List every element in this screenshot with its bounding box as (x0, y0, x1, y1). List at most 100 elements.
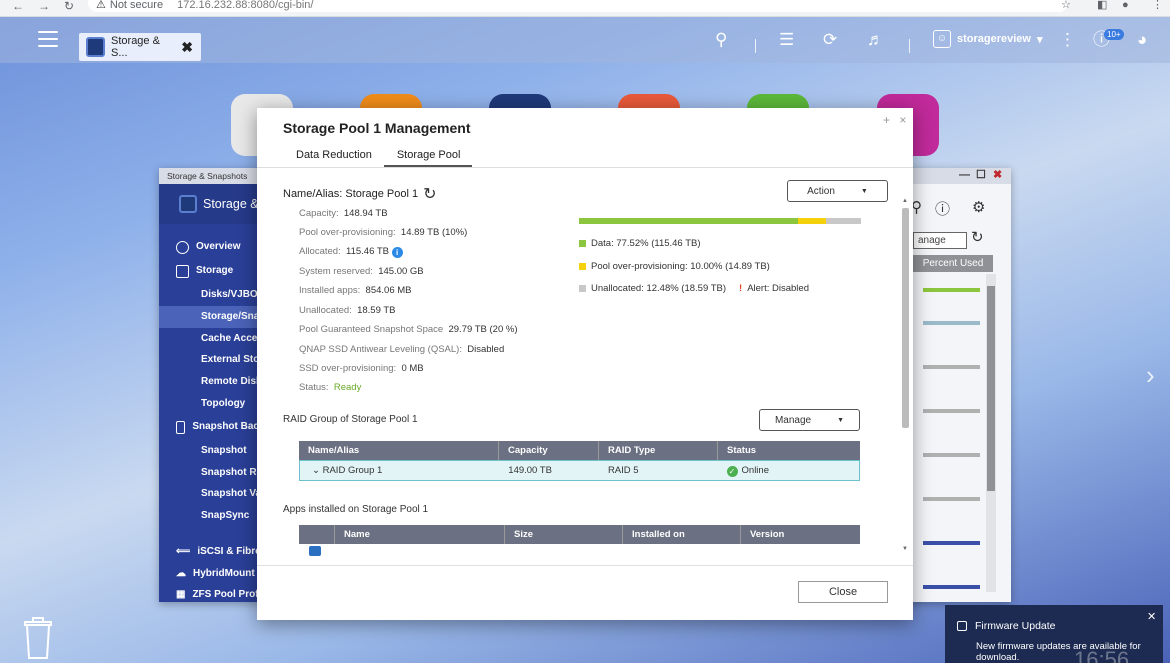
search-icon[interactable]: ⚲ (715, 31, 727, 49)
info-system-reserved: System reserved: 145.00 GB (299, 266, 424, 277)
dashboard-icon[interactable]: ◕ (1137, 31, 1147, 49)
sidebar-header: Storage & (159, 184, 259, 224)
dialog-controls[interactable]: + × (883, 113, 909, 127)
usage-bar (923, 453, 980, 457)
sidebar-item-snapshot-replica[interactable]: Snapshot Re (159, 462, 259, 484)
notification-title: Firmware Update (975, 620, 1056, 632)
gear-icon[interactable]: ⚙ (972, 198, 985, 216)
raid-section-title: RAID Group of Storage Pool 1 (283, 414, 418, 425)
scrollbar[interactable]: ▲ ▼ (901, 198, 910, 560)
sidebar-item-hybridmount[interactable]: ☁ HybridMount (159, 563, 259, 585)
firmware-notification[interactable]: Firmware Update ✕ New firmware updates a… (945, 605, 1163, 663)
chevron-down-icon[interactable]: ⌄ (312, 465, 320, 476)
table-row[interactable] (299, 544, 860, 556)
info-installed-apps: Installed apps: 854.06 MB (299, 285, 412, 296)
caret-down-icon: ▼ (860, 187, 868, 195)
sidebar-item-overview[interactable]: Overview (159, 236, 259, 258)
scroll-up-icon[interactable]: ▲ (902, 198, 908, 204)
table-row[interactable]: ⌄ RAID Group 1 149.00 TB RAID 5 ✓ Online (299, 460, 860, 481)
sidebar-item-snapshot-vault[interactable]: Snapshot Va (159, 483, 259, 505)
raid-capacity-cell: 149.00 TB (508, 465, 552, 476)
next-page-icon[interactable]: › (1146, 360, 1155, 391)
scrollbar[interactable] (986, 274, 996, 592)
column-header[interactable]: Name (335, 525, 505, 544)
search-input[interactable]: anage (913, 232, 967, 249)
kebab-icon[interactable]: ⋮ (1152, 0, 1163, 11)
sidebar-item-cache[interactable]: Cache Accele (159, 328, 259, 350)
column-header[interactable]: Size (505, 525, 623, 544)
sidebar-item-remote-disk[interactable]: Remote Disk (159, 371, 259, 393)
legend-swatch (579, 240, 586, 247)
usage-bar (923, 365, 980, 369)
legend-swatch (579, 285, 586, 292)
sidebar-item-iscsi[interactable]: ⟸ iSCSI & Fibre (159, 541, 259, 563)
sidebar-item-snapsync[interactable]: SnapSync (159, 505, 259, 527)
sidebar-item-label: Snapshot Bac (192, 421, 259, 432)
clock-widget: 16:56 (1074, 647, 1130, 663)
column-header[interactable]: Capacity (499, 441, 599, 460)
maximize-icon[interactable]: ☐ (976, 169, 986, 182)
profile-icon[interactable]: ● (1122, 0, 1129, 11)
tab-data-reduction[interactable]: Data Reduction (283, 145, 384, 167)
user-caret-icon: ▾ (1036, 33, 1043, 46)
sidebar-item-label: Overview (196, 241, 241, 252)
usage-unalloc-segment (825, 218, 861, 224)
sidebar-item-external-storage[interactable]: External Stor (159, 349, 259, 371)
more-icon[interactable]: ⋮ (1059, 31, 1076, 49)
star-icon[interactable]: ☆ (1061, 0, 1071, 11)
manage-button[interactable]: Manage ▼ (759, 409, 860, 431)
tab-storage-pool[interactable]: Storage Pool (383, 145, 473, 167)
info-qsal: QNAP SSD Antiwear Leveling (QSAL): Disab… (299, 344, 505, 355)
column-header[interactable]: Name/Alias (299, 441, 499, 460)
address-bar[interactable]: ⚠ Not secure 172.16.232.88:8080/cgi-bin/ (88, 0, 1068, 12)
help-icon[interactable]: ⓘ (935, 198, 950, 219)
usage-bar (923, 585, 980, 589)
sidebar-item-storage-snapshots[interactable]: Storage/Snap (159, 306, 259, 328)
action-button[interactable]: Action ▼ (787, 180, 888, 202)
sidebar-item-storage[interactable]: Storage (159, 260, 259, 282)
sidebar-icon[interactable]: ◧ (1097, 0, 1107, 11)
column-header[interactable]: RAID Type (599, 441, 718, 460)
sidebar-item-snapshot-backup[interactable]: Snapshot Bac (159, 416, 259, 438)
update-icon (957, 621, 967, 631)
sidebar-item-disks[interactable]: Disks/VJBOD (159, 284, 259, 306)
info-allocated: Allocated: 115.46 TB i (299, 246, 403, 258)
close-button[interactable]: Close (798, 581, 888, 603)
column-header-percent-used[interactable]: Percent Used (913, 255, 993, 272)
check-icon: ✓ (726, 466, 738, 477)
trash-icon[interactable] (22, 616, 54, 660)
back-icon[interactable]: ← (12, 0, 24, 12)
table-header: Name Size Installed on Version (299, 525, 860, 544)
taskbar-close-icon[interactable]: ✖ (181, 39, 193, 56)
close-icon[interactable]: ✖ (993, 169, 1002, 182)
bell-icon[interactable]: ♬ (867, 31, 884, 49)
divider (257, 565, 913, 566)
column-header[interactable]: Installed on (623, 525, 741, 544)
manage-label: Manage (774, 414, 812, 426)
refresh-icon[interactable]: ↻ (423, 184, 436, 204)
scroll-down-icon[interactable]: ▼ (902, 546, 908, 552)
info-icon[interactable]: i (391, 247, 403, 258)
url-text: 172.16.232.88:8080/cgi-bin/ (177, 0, 314, 11)
user-menu[interactable]: ☺ storagereview ▾ (933, 30, 1043, 48)
column-header[interactable]: Status (718, 441, 860, 460)
sidebar-item-snapshot[interactable]: Snapshot (159, 440, 259, 462)
caret-down-icon: ▼ (837, 416, 845, 424)
security-label: Not secure (109, 0, 164, 11)
sidebar-item-zfs-pool[interactable]: ▦ ZFS Pool Prof (159, 584, 259, 606)
stack-icon[interactable]: ☰ (779, 31, 794, 49)
column-header[interactable]: Version (741, 525, 860, 544)
refresh-icon[interactable]: ↻ (971, 228, 984, 246)
close-icon[interactable]: ✕ (1147, 610, 1156, 623)
reload-icon[interactable]: ↻ (64, 0, 74, 12)
main-menu-icon[interactable] (38, 31, 58, 47)
sync-icon[interactable]: ⟳ (823, 31, 837, 49)
minimize-icon[interactable]: — (959, 169, 970, 182)
scrollbar-thumb[interactable] (902, 208, 909, 428)
info-snapshot-space: Pool Guaranteed Snapshot Space 29.79 TB … (299, 324, 518, 335)
taskbar-app-label: Storage & S... (111, 35, 160, 59)
forward-icon[interactable]: → (38, 0, 50, 12)
sidebar-item-topology[interactable]: Topology (159, 393, 259, 415)
usage-bar (923, 288, 980, 292)
taskbar-app-tab[interactable]: Storage & S... ✖ (79, 33, 201, 61)
